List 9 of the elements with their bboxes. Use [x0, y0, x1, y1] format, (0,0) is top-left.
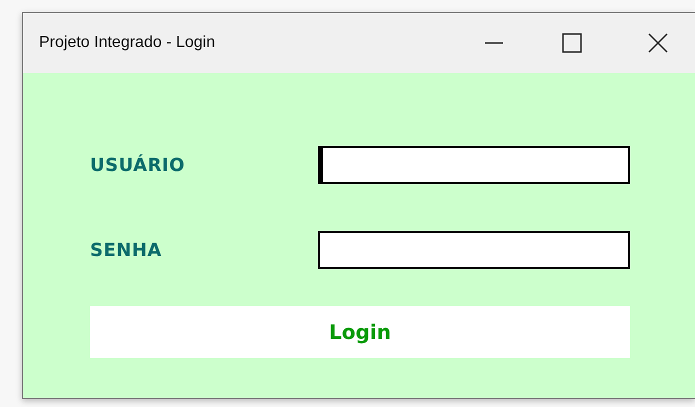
maximize-icon [561, 32, 583, 54]
input-field[interactable] [318, 231, 630, 269]
field-label: USUÁRIO [90, 153, 186, 178]
close-icon [647, 32, 669, 54]
field-label: SENHA [90, 238, 163, 262]
input-field[interactable] [318, 146, 630, 184]
minimize-icon [485, 42, 503, 44]
login-button[interactable]: Login [90, 306, 630, 358]
window-title: Projeto Integrado - Login [38, 33, 216, 53]
